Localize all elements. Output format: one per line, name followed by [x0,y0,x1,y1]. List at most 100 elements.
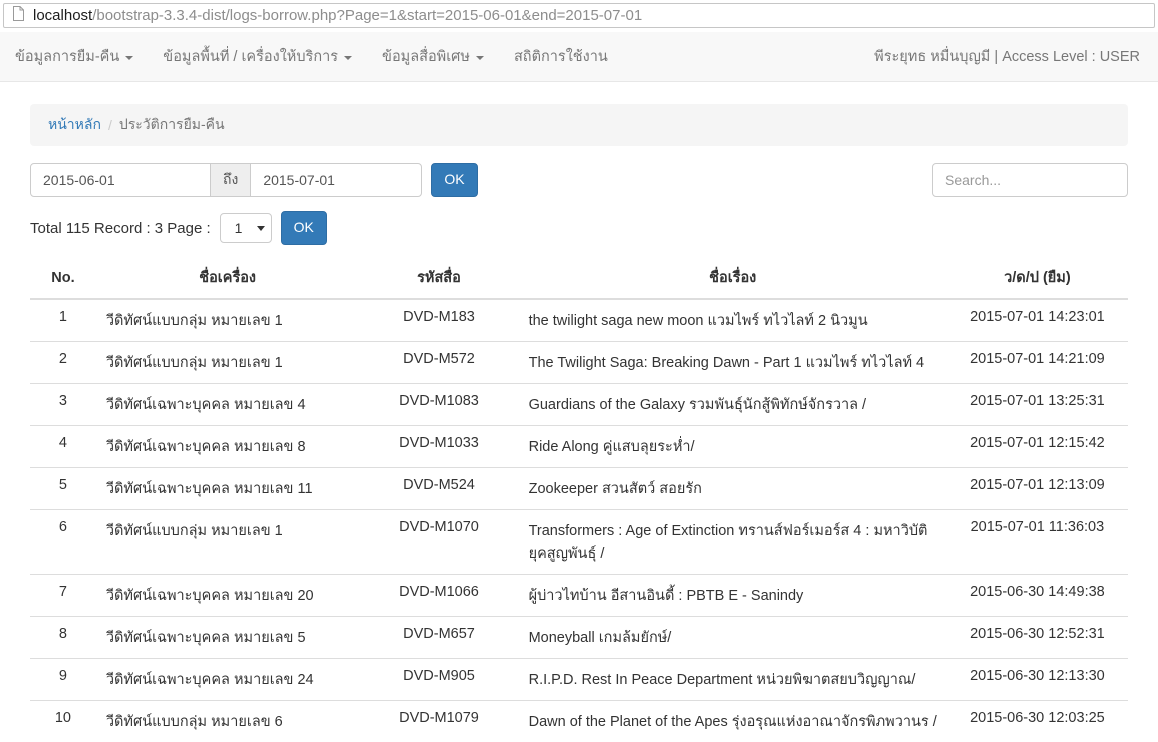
borrow-date-cell: 2015-07-01 13:25:31 [947,384,1128,426]
date-range-to-label: ถึง [211,163,250,197]
row-number: 2 [30,342,96,384]
row-number: 9 [30,659,96,701]
table-row: 9วีดิทัศน์เฉพาะบุคคล หมายเลข 24DVD-M905R… [30,659,1128,701]
table-row: 7วีดิทัศน์เฉพาะบุคคล หมายเลข 20DVD-M1066… [30,575,1128,617]
machine-name-cell: วีดิทัศน์เฉพาะบุคคล หมายเลข 4 [96,384,360,426]
media-code-cell: DVD-M1079 [359,701,518,742]
table-row: 8วีดิทัศน์เฉพาะบุคคล หมายเลข 5DVD-M657Mo… [30,617,1128,659]
filter-row: ถึง OK [30,163,1128,197]
main-content: หน้าหลัก / ประวัติการยืม-คืน ถึง OK Tota… [0,104,1158,742]
row-number: 3 [30,384,96,426]
machine-name-cell: วีดิทัศน์แบบกลุ่ม หมายเลข 6 [96,701,360,742]
borrow-date-cell: 2015-07-01 14:21:09 [947,342,1128,384]
row-number: 7 [30,575,96,617]
media-code-cell: DVD-M1070 [359,510,518,575]
header-title: ชื่อเรื่อง [519,257,947,299]
row-number: 6 [30,510,96,575]
page-icon [12,6,25,25]
borrow-date-cell: 2015-07-01 12:15:42 [947,426,1128,468]
machine-name-cell: วีดิทัศน์แบบกลุ่ม หมายเลข 1 [96,510,360,575]
header-media-code: รหัสสื่อ [359,257,518,299]
row-number: 8 [30,617,96,659]
nav-item-label: ข้อมูลสื่อพิเศษ [382,45,470,68]
title-cell: Guardians of the Galaxy รวมพันธุ์นักสู้พ… [519,384,947,426]
browser-address-bar[interactable]: localhost/bootstrap-3.3.4-dist/logs-borr… [3,3,1155,28]
search-input[interactable] [932,163,1128,197]
table-header-row: No. ชื่อเครื่อง รหัสสื่อ ชื่อเรื่อง ว/ด/… [30,257,1128,299]
breadcrumb-current: ประวัติการยืม-คืน [119,114,225,136]
machine-name-cell: วีดิทัศน์เฉพาะบุคคล หมายเลข 8 [96,426,360,468]
row-number: 4 [30,426,96,468]
date-range-group: ถึง [30,163,422,197]
machine-name-cell: วีดิทัศน์แบบกลุ่ม หมายเลข 1 [96,342,360,384]
row-number: 5 [30,468,96,510]
title-cell: The Twilight Saga: Breaking Dawn - Part … [519,342,947,384]
title-cell: ผู้บ่าวไทบ้าน อีสานอินดี้ : PBTB E - San… [519,575,947,617]
nav-item-area-machines[interactable]: ข้อมูลพื้นที่ / เครื่องให้บริการ [148,32,367,81]
end-date-input[interactable] [250,163,422,197]
borrow-date-cell: 2015-07-01 14:23:01 [947,299,1128,342]
title-cell: Moneyball เกมล้มยักษ์/ [519,617,947,659]
borrow-date-cell: 2015-06-30 12:03:25 [947,701,1128,742]
pagination-row: Total 115 Record : 3 Page : 1 OK [30,211,1128,245]
title-cell: Dawn of the Planet of the Apes รุ่งอรุณแ… [519,701,947,742]
url-text: localhost/bootstrap-3.3.4-dist/logs-borr… [33,7,642,24]
media-code-cell: DVD-M572 [359,342,518,384]
machine-name-cell: วีดิทัศน์เฉพาะบุคคล หมายเลข 11 [96,468,360,510]
nav-item-special-media[interactable]: ข้อมูลสื่อพิเศษ [367,32,499,81]
breadcrumb-home-link[interactable]: หน้าหลัก [48,116,101,132]
url-path: /bootstrap-3.3.4-dist/logs-borrow.php?Pa… [92,7,642,24]
caret-down-icon [476,56,484,60]
media-code-cell: DVD-M657 [359,617,518,659]
record-summary-text: Total 115 Record : 3 Page : [30,220,211,237]
machine-name-cell: วีดิทัศน์เฉพาะบุคคล หมายเลข 5 [96,617,360,659]
table-row: 6วีดิทัศน์แบบกลุ่ม หมายเลข 1DVD-M1070Tra… [30,510,1128,575]
machine-name-cell: วีดิทัศน์เฉพาะบุคคล หมายเลข 24 [96,659,360,701]
media-code-cell: DVD-M1083 [359,384,518,426]
nav-item-label: ข้อมูลพื้นที่ / เครื่องให้บริการ [163,45,338,68]
row-number: 10 [30,701,96,742]
media-code-cell: DVD-M1066 [359,575,518,617]
header-machine-name: ชื่อเครื่อง [96,257,360,299]
nav-item-usage-stats[interactable]: สถิติการใช้งาน [499,32,623,81]
table-row: 10วีดิทัศน์แบบกลุ่ม หมายเลข 6DVD-M1079Da… [30,701,1128,742]
user-info-text: พีระยุทธ หมื่นบุญมี | Access Level : USE… [874,32,1140,81]
row-number: 1 [30,299,96,342]
nav-item-label: ข้อมูลการยืม-คืน [15,45,119,68]
borrow-date-cell: 2015-07-01 12:13:09 [947,468,1128,510]
start-date-input[interactable] [30,163,211,197]
borrow-date-cell: 2015-06-30 12:52:31 [947,617,1128,659]
page-select-wrap: 1 [220,213,272,243]
title-cell: Transformers : Age of Extinction ทรานส์ฟ… [519,510,947,575]
url-host: localhost [33,7,92,24]
machine-name-cell: วีดิทัศน์แบบกลุ่ม หมายเลข 1 [96,299,360,342]
table-row: 2วีดิทัศน์แบบกลุ่ม หมายเลข 1DVD-M572The … [30,342,1128,384]
borrow-date-cell: 2015-07-01 11:36:03 [947,510,1128,575]
date-filter-ok-button[interactable]: OK [431,163,477,197]
borrow-log-table: No. ชื่อเครื่อง รหัสสื่อ ชื่อเรื่อง ว/ด/… [30,257,1128,742]
title-cell: Ride Along คู่แสบลุยระห่ำ/ [519,426,947,468]
borrow-date-cell: 2015-06-30 12:13:30 [947,659,1128,701]
table-row: 5วีดิทัศน์เฉพาะบุคคล หมายเลข 11DVD-M524Z… [30,468,1128,510]
nav-item-borrow-return-data[interactable]: ข้อมูลการยืม-คืน [0,32,148,81]
media-code-cell: DVD-M905 [359,659,518,701]
header-borrow-date: ว/ด/ป (ยืม) [947,257,1128,299]
title-cell: Zookeeper สวนสัตว์ สอยรัก [519,468,947,510]
borrow-date-cell: 2015-06-30 14:49:38 [947,575,1128,617]
navbar-menu: ข้อมูลการยืม-คืน ข้อมูลพื้นที่ / เครื่อง… [0,32,623,81]
page-select[interactable]: 1 [220,213,272,243]
title-cell: R.I.P.D. Rest In Peace Department หน่วยพ… [519,659,947,701]
navbar: ข้อมูลการยืม-คืน ข้อมูลพื้นที่ / เครื่อง… [0,32,1158,82]
header-no: No. [30,257,96,299]
breadcrumb: หน้าหลัก / ประวัติการยืม-คืน [30,104,1128,146]
media-code-cell: DVD-M524 [359,468,518,510]
table-row: 3วีดิทัศน์เฉพาะบุคคล หมายเลข 4DVD-M1083G… [30,384,1128,426]
title-cell: the twilight saga new moon แวมไพร์ ทไวไล… [519,299,947,342]
machine-name-cell: วีดิทัศน์เฉพาะบุคคล หมายเลข 20 [96,575,360,617]
nav-item-label: สถิติการใช้งาน [514,45,608,68]
media-code-cell: DVD-M1033 [359,426,518,468]
page-ok-button[interactable]: OK [281,211,327,245]
table-row: 4วีดิทัศน์เฉพาะบุคคล หมายเลข 8DVD-M1033R… [30,426,1128,468]
caret-down-icon [125,56,133,60]
media-code-cell: DVD-M183 [359,299,518,342]
